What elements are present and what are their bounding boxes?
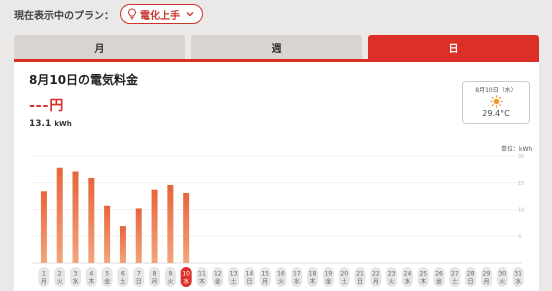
x-weekday-label: 金 — [215, 278, 221, 286]
bar-day-10[interactable] — [183, 192, 190, 263]
x-weekday-label: 水 — [294, 278, 300, 286]
tab-day[interactable]: 日 — [368, 35, 539, 59]
x-weekday-label: 火 — [57, 279, 63, 286]
x-tick-label: 28 — [467, 271, 475, 278]
x-tick-label: 27 — [451, 271, 459, 278]
x-weekday-label: 土 — [452, 278, 458, 286]
x-tick-label: 22 — [372, 271, 380, 278]
x-weekday-label: 日 — [136, 279, 142, 286]
x-weekday-label: 水 — [404, 278, 410, 286]
bar-day-1[interactable] — [40, 191, 47, 263]
x-weekday-label: 木 — [199, 278, 205, 286]
x-tick-label: 16 — [277, 271, 285, 278]
x-tick-label: 14 — [246, 271, 254, 278]
x-tick-label: 25 — [419, 271, 427, 278]
x-tick-label: 30 — [498, 271, 506, 278]
x-weekday-label: 金 — [104, 278, 110, 286]
bar-day-2[interactable] — [56, 167, 63, 263]
x-weekday-label: 木 — [420, 278, 426, 286]
x-weekday-label: 火 — [167, 279, 173, 286]
bar-day-3[interactable] — [72, 171, 79, 263]
x-weekday-label: 水 — [183, 278, 189, 286]
x-weekday-label: 月 — [41, 279, 47, 286]
x-weekday-label: 日 — [357, 279, 363, 286]
x-weekday-label: 土 — [120, 278, 126, 286]
bar-day-8[interactable] — [151, 189, 158, 263]
x-tick-label: 26 — [435, 271, 443, 278]
chevron-down-icon — [186, 12, 194, 17]
x-weekday-label: 水 — [73, 278, 79, 286]
x-weekday-label: 金 — [325, 278, 331, 286]
x-tick-label: 15 — [261, 271, 269, 278]
x-tick-label: 5 — [105, 271, 109, 278]
bar-day-6[interactable] — [119, 226, 126, 263]
x-tick-label: 1 — [42, 271, 46, 278]
x-tick-label: 2 — [58, 271, 62, 278]
x-weekday-label: 木 — [310, 278, 316, 286]
x-weekday-label: 月 — [483, 279, 489, 286]
y-tick-label: 10 — [518, 208, 524, 214]
x-weekday-label: 日 — [468, 279, 474, 286]
x-tick-label: 6 — [121, 271, 125, 278]
x-weekday-label: 水 — [515, 278, 521, 286]
x-tick-label: 31 — [514, 271, 522, 278]
bar-day-9[interactable] — [167, 184, 174, 263]
x-tick-label: 13 — [230, 271, 238, 278]
x-weekday-label: 土 — [341, 278, 347, 286]
x-tick-label: 21 — [356, 271, 364, 278]
x-tick-label: 12 — [214, 271, 222, 278]
x-tick-label: 10 — [182, 271, 190, 278]
x-tick-label: 17 — [293, 271, 301, 278]
bar-day-5[interactable] — [104, 205, 111, 263]
tab-week[interactable]: 週 — [191, 35, 362, 59]
x-weekday-label: 火 — [278, 279, 284, 286]
bar-day-4[interactable] — [88, 177, 95, 263]
plan-name: 電化上手 — [140, 10, 180, 22]
x-weekday-label: 金 — [436, 278, 442, 286]
y-tick-label: 15 — [518, 181, 524, 187]
x-tick-label: 24 — [404, 271, 412, 278]
y-tick-label: 5 — [518, 234, 521, 240]
x-tick-label: 11 — [198, 271, 206, 278]
x-tick-label: 8 — [153, 271, 157, 278]
x-weekday-label: 月 — [262, 279, 268, 286]
plan-dropdown[interactable]: 電化上手 — [120, 4, 203, 24]
usage-card: 8月10日の電気料金 ---円 13.1 kWh 8月10日（水） 29.4°C… — [14, 59, 539, 291]
x-tick-label: 9 — [168, 271, 172, 278]
x-weekday-label: 月 — [373, 279, 379, 286]
x-weekday-label: 土 — [231, 278, 237, 286]
lightbulb-icon — [127, 8, 137, 20]
period-tabs: 月 週 日 — [14, 35, 539, 59]
bar-day-7[interactable] — [135, 208, 142, 263]
x-tick-label: 29 — [483, 271, 491, 278]
x-tick-label: 4 — [89, 271, 93, 278]
usage-bar-chart: 20151051月2火3水4木5金6土7日8月9火10水11木12金13土14日… — [32, 154, 524, 287]
x-tick-label: 3 — [74, 271, 78, 278]
y-tick-label: 20 — [518, 154, 524, 160]
x-tick-label: 20 — [340, 271, 348, 278]
tab-month[interactable]: 月 — [14, 35, 185, 59]
plan-selector-row: 現在表示中のプラン： 電化上手 — [14, 3, 203, 25]
x-weekday-label: 日 — [246, 279, 252, 286]
x-weekday-label: 木 — [88, 278, 94, 286]
plan-label: 現在表示中のプラン： — [14, 10, 114, 22]
x-tick-label: 23 — [388, 271, 396, 278]
x-weekday-label: 火 — [389, 279, 395, 286]
x-tick-label: 18 — [309, 271, 317, 278]
x-weekday-label: 月 — [152, 279, 158, 286]
x-tick-label: 19 — [325, 271, 333, 278]
x-tick-label: 7 — [137, 271, 141, 278]
x-weekday-label: 火 — [499, 279, 505, 286]
